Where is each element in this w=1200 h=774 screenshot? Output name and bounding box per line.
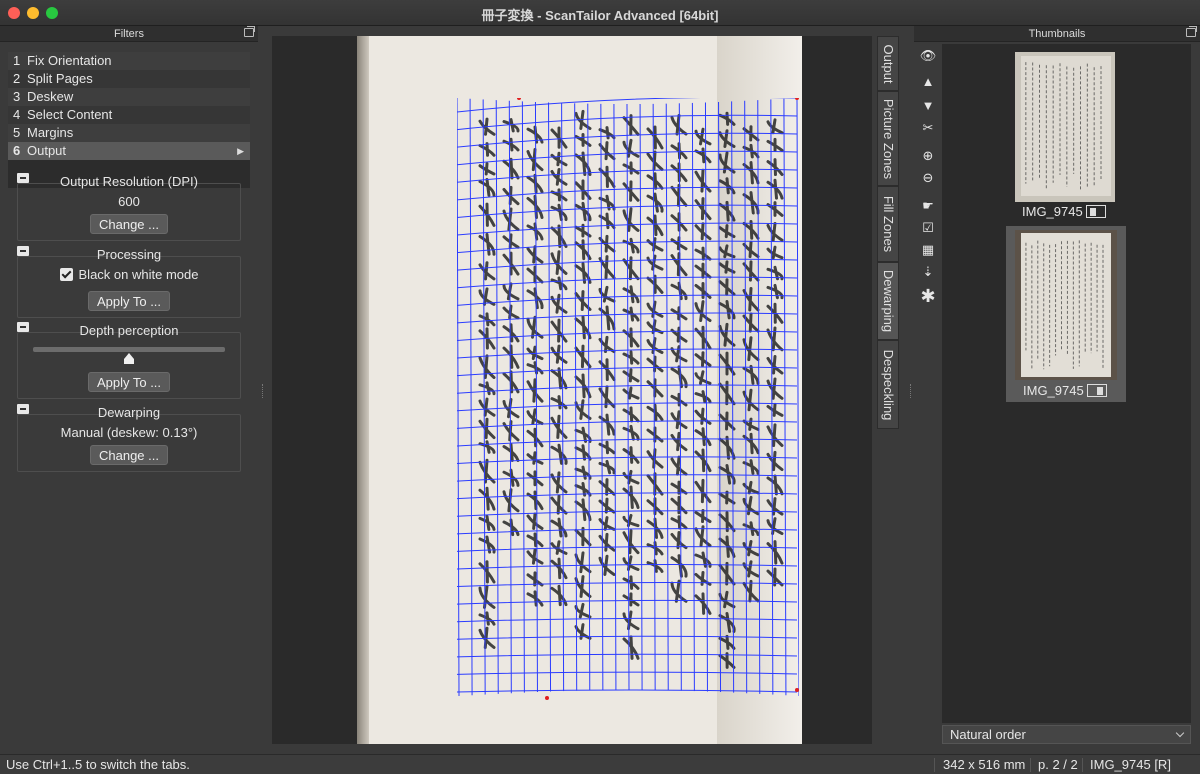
depth-perception-group: Depth perception Apply To ... [17, 322, 241, 399]
filter-number: 1 [13, 53, 21, 68]
dewarping-group: Dewarping Manual (deskew: 0.13°) Change … [17, 404, 241, 472]
sort-icon[interactable]: ⇣ [916, 262, 940, 282]
filter-number: 5 [13, 125, 21, 140]
undock-icon[interactable] [1186, 26, 1197, 37]
black-on-white-label: Black on white mode [78, 267, 199, 282]
filter-item-output[interactable]: 6 Output ▶ [8, 142, 250, 160]
depth-apply-to-button[interactable]: Apply To ... [87, 372, 171, 392]
thumbnail-label: IMG_9745 [1022, 204, 1106, 219]
scanned-page [357, 36, 802, 744]
tab-picture-zones[interactable]: Picture Zones [877, 91, 899, 186]
zoom-out-icon[interactable]: ⊖ [916, 168, 940, 188]
filter-number: 3 [13, 89, 21, 104]
cut-icon[interactable]: ✂ [916, 118, 940, 138]
page-edge [357, 36, 369, 744]
status-separator [1082, 758, 1083, 772]
status-separator [1030, 758, 1031, 772]
filter-side-tabs: Output Picture Zones Fill Zones Dewarpin… [877, 36, 899, 429]
control-point[interactable] [795, 688, 799, 692]
thumbnail-item[interactable]: IMG_9745 [1008, 48, 1116, 222]
control-point[interactable] [517, 98, 521, 100]
output-resolution-group: Output Resolution (DPI) 600 Change ... [17, 173, 241, 241]
filter-item-select-content[interactable]: 4 Select Content [8, 106, 250, 124]
right-splitter[interactable] [910, 384, 912, 398]
undock-icon[interactable] [244, 26, 255, 37]
tab-despeckling[interactable]: Despeckling [877, 340, 899, 429]
zoom-in-icon[interactable]: ⊕ [916, 146, 940, 166]
status-page: p. 2 / 2 [1038, 757, 1078, 772]
filter-item-deskew[interactable]: 3 Deskew [8, 88, 250, 106]
tab-output[interactable]: Output [877, 36, 899, 91]
filter-item-margins[interactable]: 5 Margins [8, 124, 250, 142]
control-point[interactable] [545, 696, 549, 700]
dewarping-grid[interactable] [457, 98, 799, 702]
thumbnail-label: IMG_9745 [1023, 383, 1107, 398]
sort-order-select[interactable]: Natural order [942, 725, 1191, 744]
sort-order-value: Natural order [950, 727, 1026, 742]
filter-label: Select Content [27, 107, 113, 122]
play-arrow-icon[interactable]: ▶ [237, 142, 244, 160]
thumbnail-list: IMG_9745 IMG_9745 [942, 44, 1191, 723]
filter-label: Fix Orientation [27, 53, 112, 68]
processing-group: Processing Black on white mode Apply To … [17, 246, 241, 318]
status-separator [934, 758, 935, 772]
filter-number: 2 [13, 71, 21, 86]
arrow-up-icon[interactable]: ▲ [916, 72, 940, 92]
right-page-icon [1086, 384, 1107, 397]
change-dewarping-button[interactable]: Change ... [90, 445, 168, 465]
change-resolution-button[interactable]: Change ... [90, 214, 168, 234]
filter-label: Split Pages [27, 71, 93, 86]
filter-label: Deskew [27, 89, 74, 104]
left-splitter[interactable] [262, 384, 264, 398]
status-physical-size: 342 x 516 mm [943, 757, 1026, 772]
left-page-icon [1085, 205, 1106, 218]
status-bar: Use Ctrl+1..5 to switch the tabs. 342 x … [0, 754, 1200, 774]
tab-fill-zones[interactable]: Fill Zones [877, 186, 899, 262]
filters-dock-header: Filters [0, 26, 258, 42]
black-on-white-row[interactable]: Black on white mode [18, 267, 240, 282]
filter-label: Output [27, 143, 67, 158]
filter-label: Margins [27, 125, 74, 140]
window-title: 冊子変換 - ScanTailor Advanced [64bit] [481, 8, 719, 23]
asterisk-icon[interactable]: ✱ [916, 286, 940, 306]
thumbnail-item-selected[interactable]: IMG_9745 [1006, 226, 1126, 402]
depth-slider-track[interactable] [33, 347, 225, 352]
filter-item-split-pages[interactable]: 2 Split Pages [8, 70, 250, 88]
chevron-down-icon [1175, 728, 1185, 738]
grid-icon[interactable]: ▦ [916, 240, 940, 260]
group-title: Output Resolution (DPI) [59, 174, 198, 189]
filter-number: 4 [13, 107, 21, 122]
status-file: IMG_9745 [R] [1090, 757, 1171, 772]
pointer-icon[interactable]: ☛ [916, 196, 940, 216]
group-title: Processing [96, 247, 162, 262]
dewarping-mode: Manual (deskew: 0.13°) [60, 425, 198, 440]
processing-apply-to-button[interactable]: Apply To ... [87, 291, 171, 311]
thumbnail-image [1015, 230, 1117, 380]
eye-icon[interactable]: 👁 [916, 46, 940, 66]
status-hint: Use Ctrl+1..5 to switch the tabs. [6, 757, 190, 772]
group-title: Dewarping [97, 405, 161, 420]
checkbox-icon[interactable]: ☑ [916, 218, 940, 238]
control-point[interactable] [795, 98, 799, 100]
thumbnails-dock-title: Thumbnails [1028, 28, 1086, 40]
image-view[interactable] [272, 36, 872, 744]
filters-dock-title: Filters [114, 28, 144, 40]
depth-slider-handle[interactable] [123, 353, 135, 365]
thumbnails-dock-header: Thumbnails [914, 26, 1200, 42]
thumbnail-image [1015, 52, 1115, 202]
resolution-value: 600 [118, 194, 140, 209]
window-titlebar: 冊子変換 - ScanTailor Advanced [64bit] [0, 0, 1200, 26]
group-title: Depth perception [79, 323, 179, 338]
filter-number: 6 [13, 143, 21, 158]
filter-item-fix-orientation[interactable]: 1 Fix Orientation [8, 52, 250, 70]
tab-dewarping[interactable]: Dewarping [877, 262, 899, 340]
black-on-white-checkbox[interactable] [59, 268, 73, 281]
arrow-down-icon[interactable]: ▼ [916, 96, 940, 116]
filter-list: 1 Fix Orientation 2 Split Pages 3 Deskew… [8, 52, 250, 188]
